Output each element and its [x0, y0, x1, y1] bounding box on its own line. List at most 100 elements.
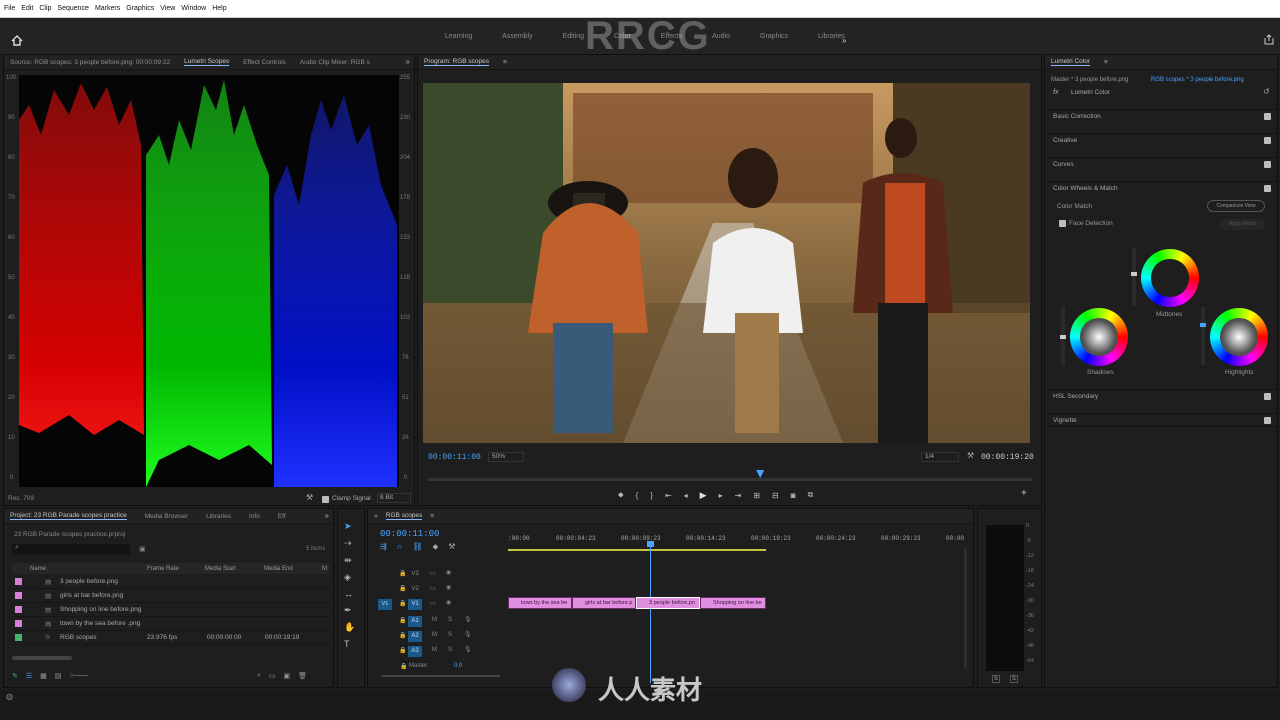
project-search-input[interactable]: ⌕	[12, 544, 130, 555]
tab-media-browser[interactable]: Media Browser	[145, 513, 188, 520]
lumetri-title[interactable]: Lumetri Color	[1051, 58, 1091, 66]
menu-view[interactable]: View	[160, 5, 175, 12]
zoom-slider[interactable]: ○——	[69, 672, 87, 680]
source-patch-v1[interactable]: V1	[378, 599, 392, 610]
section-color-wheels[interactable]: Color Wheels & Match	[1045, 181, 1277, 195]
menu-file[interactable]: File	[4, 5, 15, 12]
menu-sequence[interactable]: Sequence	[57, 5, 89, 12]
panel-menu-icon[interactable]: ≡	[430, 513, 434, 520]
clip-3-people-before[interactable]: 3 people before.pn	[636, 597, 700, 609]
label-color-swatch[interactable]	[15, 578, 22, 585]
apply-match-button[interactable]: Apply Match	[1220, 219, 1265, 230]
menu-markers[interactable]: Markers	[95, 5, 120, 12]
eye-icon[interactable]: ◉	[446, 584, 451, 591]
tab-libraries[interactable]: Libraries	[206, 513, 231, 520]
section-hsl-secondary[interactable]: HSL Secondary	[1045, 389, 1277, 403]
button-editor-icon[interactable]: +	[1021, 488, 1027, 499]
section-basic-correction[interactable]: Basic Correction	[1045, 109, 1277, 123]
horizontal-scrollbar[interactable]	[12, 656, 72, 660]
ws-assembly[interactable]: Assembly	[502, 33, 532, 40]
add-marker-icon[interactable]: ⬥	[433, 542, 439, 552]
add-marker-icon[interactable]: ⬥	[618, 490, 624, 500]
section-vignette[interactable]: Vignette	[1045, 413, 1277, 427]
tab-lumetri-scopes[interactable]: Lumetri Scopes	[184, 58, 230, 66]
col-media-end[interactable]: Media End	[264, 566, 293, 572]
track-name[interactable]: V3	[408, 569, 422, 580]
timeline-timecode[interactable]: 00:00:11:00	[380, 529, 439, 539]
panel-menu-icon[interactable]: ≡	[503, 59, 507, 66]
work-area-bar[interactable]	[508, 549, 766, 551]
timeline-playhead[interactable]	[650, 541, 651, 683]
mute-icon[interactable]: M	[432, 617, 437, 623]
go-to-in-icon[interactable]: ⇤	[665, 491, 672, 500]
highlights-wheel[interactable]	[1210, 308, 1268, 366]
project-item[interactable]: ▤ 3 people before.png	[12, 575, 330, 589]
find-icon[interactable]: ⌕	[257, 672, 261, 680]
menu-help[interactable]: Help	[212, 5, 226, 12]
icon-view-icon[interactable]: ▦	[40, 672, 47, 680]
step-forward-icon[interactable]: ▸	[719, 491, 723, 500]
resolution-select[interactable]: 1/4	[921, 452, 959, 462]
lock-icon[interactable]: 🔒	[399, 617, 406, 624]
sync-lock-icon[interactable]: ▭	[430, 585, 436, 592]
new-item-icon[interactable]: ▣	[284, 672, 291, 680]
export-frame-icon[interactable]: ◙	[791, 491, 796, 500]
lift-icon[interactable]: ⊞	[753, 491, 760, 500]
effect-select[interactable]: Lumetri Color	[1071, 89, 1110, 96]
extract-icon[interactable]: ⊟	[772, 491, 779, 500]
sequence-tab[interactable]: RGB scopes	[385, 512, 423, 520]
time-ruler[interactable]: :00:00 00:00:04:23 00:00:09:23 00:00:14:…	[508, 533, 964, 547]
menu-graphics[interactable]: Graphics	[126, 5, 154, 12]
snap-icon[interactable]: ∩	[397, 542, 403, 552]
track-name[interactable]: V2	[408, 584, 422, 595]
mic-icon[interactable]: 🎙	[464, 631, 472, 638]
ws-audio[interactable]: Audio	[712, 33, 730, 40]
home-icon[interactable]	[11, 35, 23, 46]
go-to-out-icon[interactable]: ⇥	[735, 491, 742, 500]
shadows-wheel[interactable]	[1070, 308, 1128, 366]
razor-icon[interactable]: ◈	[344, 572, 355, 583]
slip-tool-icon[interactable]: ↔	[344, 589, 355, 599]
mark-out-icon[interactable]: }	[650, 491, 653, 500]
solo-icon[interactable]: S	[448, 647, 452, 653]
label-color-swatch[interactable]	[15, 634, 22, 641]
playhead-handle[interactable]	[647, 541, 654, 547]
freeform-view-icon[interactable]: ▤	[55, 672, 62, 680]
mic-icon[interactable]: 🎙	[464, 616, 472, 623]
wrench-icon[interactable]: ⚒	[306, 493, 313, 502]
track-name[interactable]: A3	[408, 646, 422, 657]
pencil-icon[interactable]: ✎	[12, 672, 18, 680]
ws-graphics[interactable]: Graphics	[760, 33, 788, 40]
menu-window[interactable]: Window	[181, 5, 206, 12]
mark-in-icon[interactable]: {	[636, 491, 639, 500]
section-creative[interactable]: Creative	[1045, 133, 1277, 147]
track-name[interactable]: A2	[408, 631, 422, 642]
tab-project[interactable]: Project: 23 RGB Parade scopes practice	[10, 512, 127, 520]
clamp-signal-checkbox[interactable]	[322, 496, 329, 503]
track-name[interactable]: A1	[408, 616, 422, 627]
col-m[interactable]: M	[322, 566, 327, 572]
sync-lock-icon[interactable]: ▭	[430, 600, 436, 607]
project-item[interactable]: ▤ town by the sea before .png	[12, 617, 330, 631]
lock-icon[interactable]: 🔒	[399, 600, 406, 607]
solo-left-button[interactable]: S	[992, 675, 1000, 683]
section-checkbox[interactable]	[1264, 416, 1271, 424]
col-name[interactable]: Name	[30, 566, 46, 572]
tab-effects[interactable]: Eff	[278, 513, 286, 520]
menu-clip[interactable]: Clip	[39, 5, 51, 12]
lock-icon[interactable]: 🔒	[399, 570, 406, 577]
play-icon[interactable]: ▶	[700, 490, 707, 501]
ws-learning[interactable]: Learning	[445, 33, 472, 40]
program-title[interactable]: Program: RGB scopes	[424, 58, 490, 66]
timeline-zoom-scrollbar[interactable]	[382, 675, 500, 677]
label-color-swatch[interactable]	[15, 592, 22, 599]
mic-icon[interactable]: 🎙	[464, 646, 472, 653]
list-view-icon[interactable]: ☰	[26, 672, 32, 680]
lock-icon[interactable]: 🔒	[399, 647, 406, 654]
ripple-edit-icon[interactable]: ⇹	[344, 555, 355, 566]
section-checkbox[interactable]	[1264, 185, 1271, 192]
solo-right-button[interactable]: S	[1010, 675, 1018, 683]
lock-icon[interactable]: 🔒	[399, 632, 406, 639]
section-checkbox[interactable]	[1264, 137, 1271, 144]
ws-editing[interactable]: Editing	[563, 33, 584, 40]
